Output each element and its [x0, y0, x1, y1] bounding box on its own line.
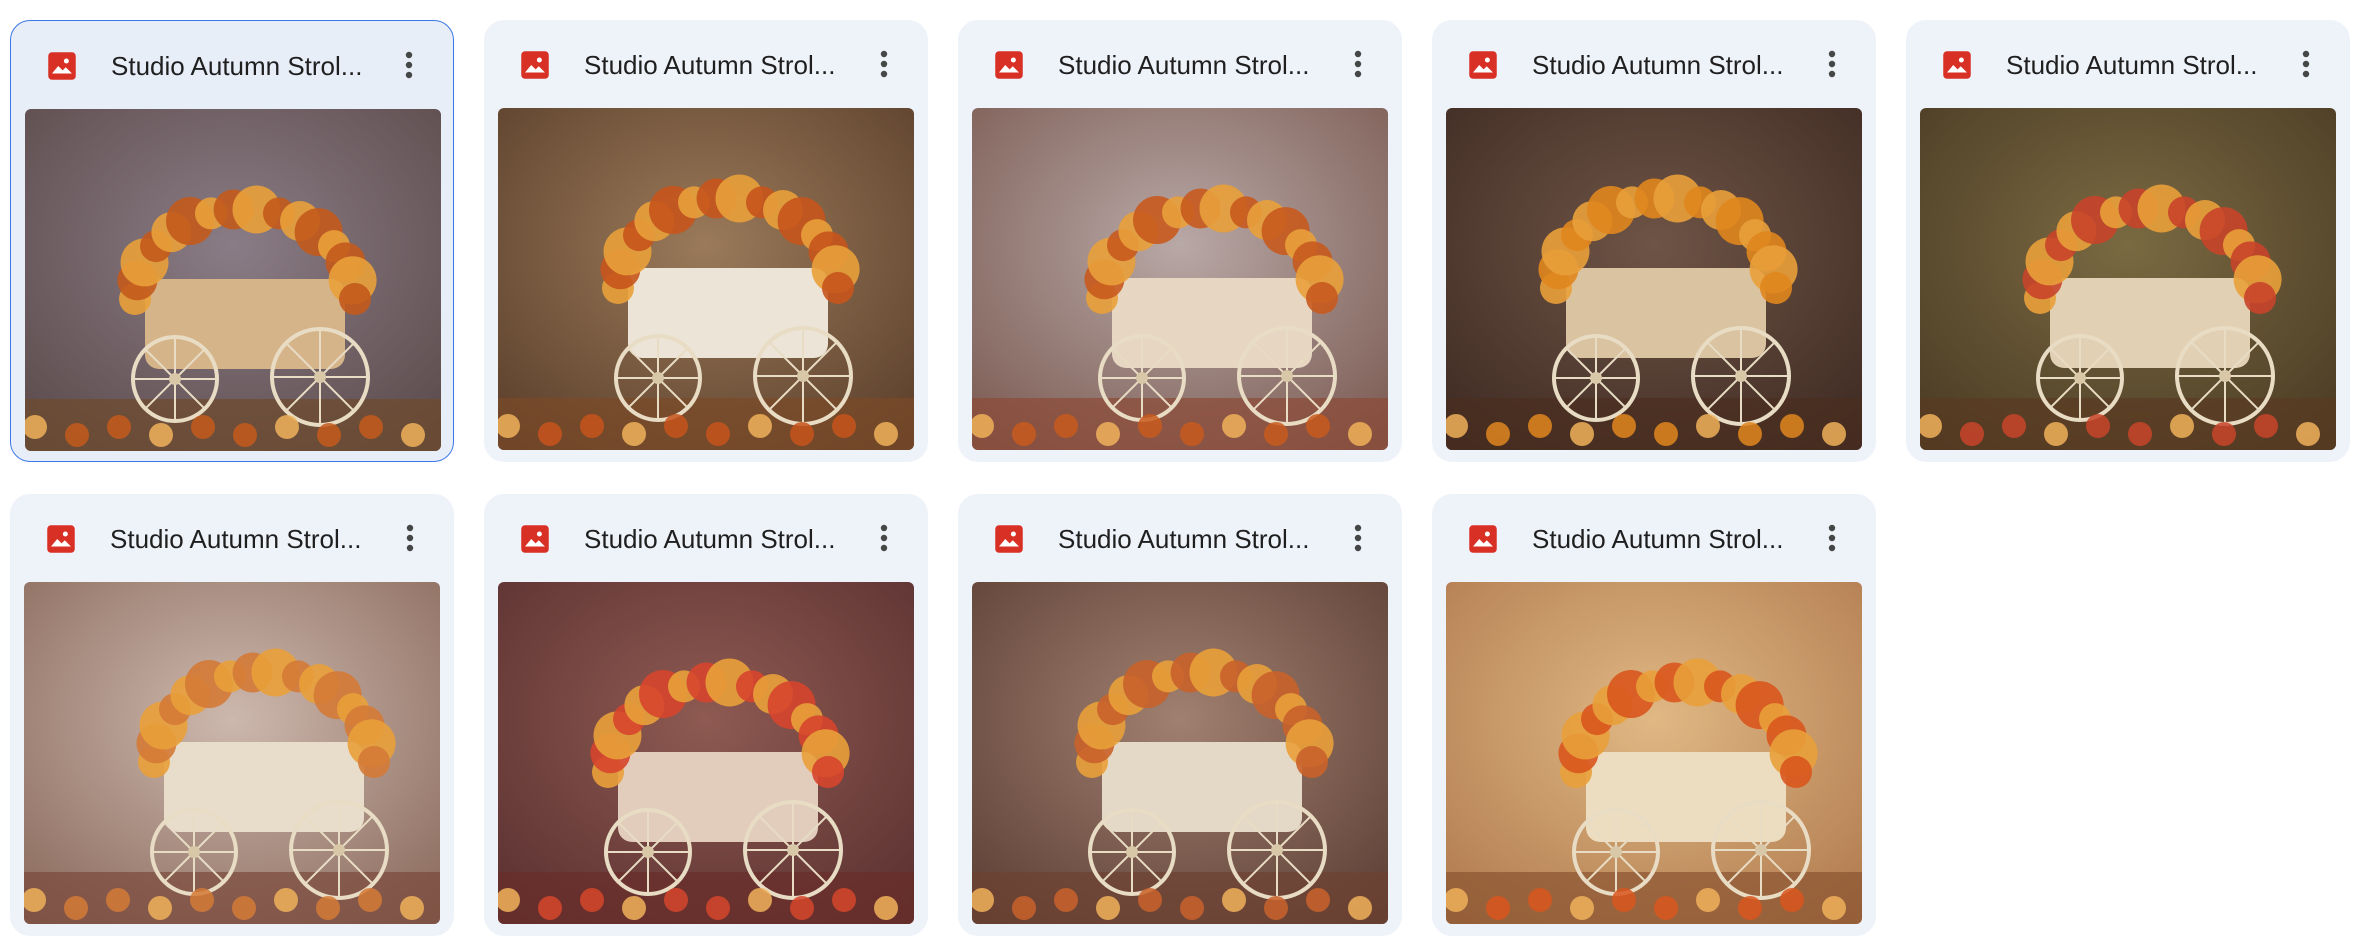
more-actions-button[interactable] [1810, 516, 1854, 560]
more-vert-icon [406, 524, 414, 552]
file-card-header: Studio Autumn Strol... [484, 20, 928, 106]
file-card-header: Studio Autumn Strol... [1432, 20, 1876, 106]
more-actions-button[interactable] [388, 516, 432, 560]
file-card-header: Studio Autumn Strol... [958, 494, 1402, 580]
file-title[interactable]: Studio Autumn Strol... [111, 49, 381, 83]
more-actions-button[interactable] [862, 42, 906, 86]
file-thumbnail[interactable] [1446, 108, 1862, 450]
file-card-header: Studio Autumn Strol... [1432, 494, 1876, 580]
file-thumbnail[interactable] [1920, 108, 2336, 450]
file-title[interactable]: Studio Autumn Strol... [2006, 48, 2276, 82]
file-card-header: Studio Autumn Strol... [484, 494, 928, 580]
image-file-icon [520, 524, 550, 554]
file-card[interactable]: Studio Autumn Strol... [958, 494, 1402, 936]
image-file-icon [46, 524, 76, 554]
file-card[interactable]: Studio Autumn Strol... [10, 494, 454, 936]
image-file-icon [520, 50, 550, 80]
more-vert-icon [880, 50, 888, 78]
image-file-icon [1468, 524, 1498, 554]
file-card[interactable]: Studio Autumn Strol... [484, 20, 928, 462]
more-actions-button[interactable] [1336, 42, 1380, 86]
file-card-header: Studio Autumn Strol... [1906, 20, 2350, 106]
more-vert-icon [1828, 50, 1836, 78]
file-thumbnail[interactable] [25, 109, 441, 451]
more-actions-button[interactable] [387, 43, 431, 87]
file-title[interactable]: Studio Autumn Strol... [584, 522, 854, 556]
image-file-icon [994, 50, 1024, 80]
more-vert-icon [405, 51, 413, 79]
file-thumbnail[interactable] [498, 582, 914, 924]
more-vert-icon [2302, 50, 2310, 78]
file-card[interactable]: Studio Autumn Strol... [1432, 20, 1876, 462]
file-title[interactable]: Studio Autumn Strol... [1532, 48, 1802, 82]
image-file-icon [1942, 50, 1972, 80]
file-card-header: Studio Autumn Strol... [11, 21, 453, 107]
file-thumbnail[interactable] [972, 582, 1388, 924]
file-thumbnail[interactable] [1446, 582, 1862, 924]
more-vert-icon [1828, 524, 1836, 552]
image-file-icon [994, 524, 1024, 554]
file-card-header: Studio Autumn Strol... [10, 494, 454, 580]
file-title[interactable]: Studio Autumn Strol... [1532, 522, 1802, 556]
file-card-header: Studio Autumn Strol... [958, 20, 1402, 106]
file-card[interactable]: Studio Autumn Strol... [10, 20, 454, 462]
file-thumbnail[interactable] [24, 582, 440, 924]
file-title[interactable]: Studio Autumn Strol... [110, 522, 380, 556]
file-card[interactable]: Studio Autumn Strol... [1432, 494, 1876, 936]
more-vert-icon [1354, 50, 1362, 78]
file-card[interactable]: Studio Autumn Strol... [484, 494, 928, 936]
more-actions-button[interactable] [2284, 42, 2328, 86]
file-title[interactable]: Studio Autumn Strol... [1058, 48, 1328, 82]
more-vert-icon [1354, 524, 1362, 552]
more-vert-icon [880, 524, 888, 552]
file-card[interactable]: Studio Autumn Strol... [958, 20, 1402, 462]
image-file-icon [1468, 50, 1498, 80]
file-card[interactable]: Studio Autumn Strol... [1906, 20, 2350, 462]
file-thumbnail[interactable] [972, 108, 1388, 450]
more-actions-button[interactable] [862, 516, 906, 560]
file-title[interactable]: Studio Autumn Strol... [584, 48, 854, 82]
more-actions-button[interactable] [1336, 516, 1380, 560]
image-file-icon [47, 51, 77, 81]
file-thumbnail[interactable] [498, 108, 914, 450]
file-title[interactable]: Studio Autumn Strol... [1058, 522, 1328, 556]
file-grid: Studio Autumn Strol... Studio Autumn Stro… [10, 20, 2360, 940]
more-actions-button[interactable] [1810, 42, 1854, 86]
